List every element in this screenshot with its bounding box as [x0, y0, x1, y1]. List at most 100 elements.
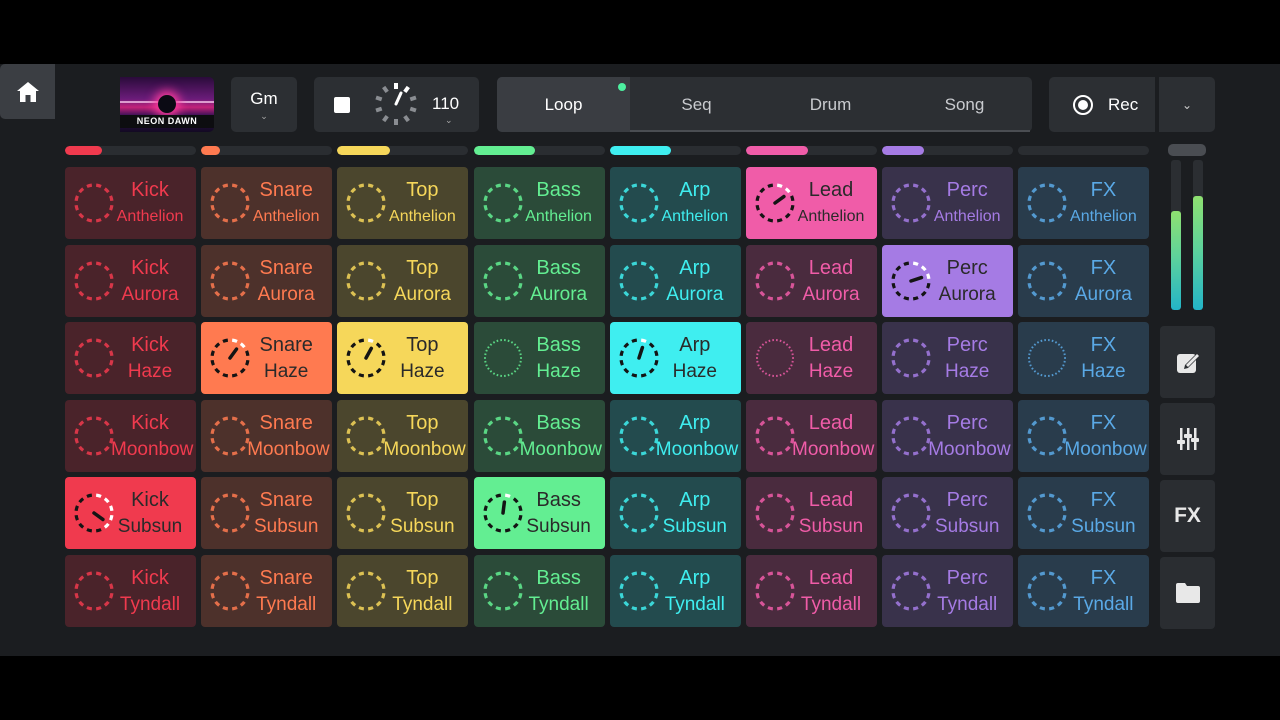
clip-pad-bass-subsun[interactable]: Bass Subsun	[473, 477, 605, 550]
browser-button[interactable]	[1160, 557, 1215, 629]
clip-pad-fx-tyndall[interactable]: FX Tyndall	[1018, 555, 1150, 627]
clip-pad-perc-haze[interactable]: Perc Haze	[882, 322, 1014, 395]
clip-pad-snare-haze[interactable]: Snare Haze	[201, 322, 333, 395]
clip-pad-arp-aurora[interactable]: Arp Aurora	[609, 244, 741, 317]
clip-progress-icon	[1027, 571, 1067, 611]
pad-instrument-label: Arp	[679, 567, 711, 589]
clip-pad-kick-haze[interactable]: Kick Haze	[65, 322, 196, 395]
pad-scene-label: Aurora	[121, 283, 179, 305]
clip-progress-icon	[74, 183, 114, 223]
pad-scene-label: Subsun	[253, 516, 319, 538]
tab-song[interactable]: Song	[898, 77, 1031, 132]
record-button[interactable]: Rec	[1049, 77, 1155, 132]
pad-instrument-label: Arp	[679, 411, 711, 434]
clip-progress-icon	[210, 416, 250, 456]
pad-scene-label: Subsun	[934, 516, 1000, 538]
stop-button[interactable]	[334, 97, 350, 113]
tab-drum[interactable]: Drum	[764, 77, 897, 132]
pad-instrument-label: Top	[406, 256, 439, 279]
clip-progress-icon	[755, 416, 795, 456]
clip-pad-kick-tyndall[interactable]: Kick Tyndall	[65, 555, 196, 627]
pad-scene-label: Anthelion	[389, 208, 456, 225]
pad-scene-label: Subsun	[117, 516, 183, 538]
clip-pad-top-subsun[interactable]: Top Subsun	[337, 477, 469, 550]
clip-pad-lead-haze[interactable]: Lead Haze	[746, 322, 877, 395]
pad-scene-label: Moonbow	[383, 438, 466, 460]
clip-pad-fx-aurora[interactable]: FX Aurora	[1018, 244, 1150, 317]
clip-progress-icon	[619, 261, 659, 301]
clip-pad-arp-subsun[interactable]: Arp Subsun	[609, 477, 741, 550]
clip-pad-fx-moonbow[interactable]: FX Moonbow	[1018, 399, 1150, 472]
bpm-value[interactable]: 110	[432, 94, 459, 114]
column-progress-snare	[201, 146, 333, 155]
clip-pad-arp-tyndall[interactable]: Arp Tyndall	[609, 555, 741, 627]
chevron-down-icon: ⌄	[260, 111, 268, 121]
clip-pad-top-haze[interactable]: Top Haze	[337, 322, 469, 395]
clip-pad-bass-aurora[interactable]: Bass Aurora	[473, 244, 605, 317]
clip-pad-snare-tyndall[interactable]: Snare Tyndall	[201, 555, 333, 627]
album-title: NEON DAWN	[120, 115, 214, 128]
clip-pad-kick-subsun[interactable]: Kick Subsun	[65, 477, 196, 550]
pad-scene-label: Aurora	[530, 283, 588, 305]
edit-button[interactable]	[1160, 326, 1215, 398]
clip-pad-fx-subsun[interactable]: FX Subsun	[1018, 477, 1150, 550]
home-button[interactable]	[0, 64, 55, 119]
record-menu-button[interactable]: ⌄	[1159, 77, 1215, 132]
album-cover[interactable]: NEON DAWN	[120, 77, 214, 132]
clip-pad-top-aurora[interactable]: Top Aurora	[337, 244, 469, 317]
pad-instrument-label: Bass	[536, 489, 581, 512]
clip-progress-icon	[483, 339, 522, 378]
tab-loop[interactable]: Loop	[497, 77, 630, 132]
pad-instrument-label: Kick	[131, 334, 169, 357]
pad-scene-label: Tyndall	[1073, 594, 1134, 615]
clip-pad-bass-haze[interactable]: Bass Haze	[473, 322, 605, 395]
key-selector[interactable]: Gm ⌄	[231, 77, 297, 132]
chevron-down-icon: ⌄	[445, 115, 453, 125]
clip-pad-perc-moonbow[interactable]: Perc Moonbow	[882, 399, 1014, 472]
clip-progress-icon	[74, 416, 114, 456]
clip-pad-top-moonbow[interactable]: Top Moonbow	[337, 399, 469, 472]
clip-pad-kick-anthelion[interactable]: Kick Anthelion	[65, 167, 196, 239]
clip-pad-arp-anthelion[interactable]: Arp Anthelion	[609, 167, 741, 239]
column-progress-kick	[65, 146, 196, 155]
clip-pad-snare-moonbow[interactable]: Snare Moonbow	[201, 399, 333, 472]
clip-pad-fx-haze[interactable]: FX Haze	[1018, 322, 1150, 395]
clip-pad-perc-anthelion[interactable]: Perc Anthelion	[882, 167, 1014, 239]
clip-pad-fx-anthelion[interactable]: FX Anthelion	[1018, 167, 1150, 239]
clip-pad-lead-moonbow[interactable]: Lead Moonbow	[746, 399, 877, 472]
clip-pad-top-tyndall[interactable]: Top Tyndall	[337, 555, 469, 627]
meter-left	[1171, 160, 1181, 310]
pad-scene-label: Aurora	[1074, 283, 1132, 305]
tab-seq[interactable]: Seq	[630, 77, 763, 132]
clip-pad-top-anthelion[interactable]: Top Anthelion	[337, 167, 469, 239]
clip-pad-lead-subsun[interactable]: Lead Subsun	[746, 477, 877, 550]
clip-progress-icon	[619, 571, 659, 611]
clip-pad-arp-moonbow[interactable]: Arp Moonbow	[609, 399, 741, 472]
clip-pad-snare-subsun[interactable]: Snare Subsun	[201, 477, 333, 550]
clip-pad-bass-anthelion[interactable]: Bass Anthelion	[473, 167, 605, 239]
clip-pad-bass-moonbow[interactable]: Bass Moonbow	[473, 399, 605, 472]
clip-pad-kick-aurora[interactable]: Kick Aurora	[65, 244, 196, 317]
clip-pad-lead-aurora[interactable]: Lead Aurora	[746, 244, 877, 317]
pad-instrument-label: FX	[1090, 567, 1117, 589]
clip-pad-bass-tyndall[interactable]: Bass Tyndall	[473, 555, 605, 627]
clip-pad-perc-tyndall[interactable]: Perc Tyndall	[882, 555, 1014, 627]
clip-pad-perc-subsun[interactable]: Perc Subsun	[882, 477, 1014, 550]
pad-instrument-label: Top	[406, 411, 439, 434]
clip-progress-icon	[755, 571, 795, 611]
pad-instrument-label: Bass	[536, 179, 581, 201]
clip-progress-icon	[346, 183, 386, 223]
clip-pad-snare-aurora[interactable]: Snare Aurora	[201, 244, 333, 317]
tempo-dial-icon[interactable]	[373, 81, 419, 127]
clip-progress-icon	[346, 493, 386, 533]
clip-pad-snare-anthelion[interactable]: Snare Anthelion	[201, 167, 333, 239]
mixer-button[interactable]	[1160, 403, 1215, 475]
clip-pad-lead-anthelion[interactable]: Lead Anthelion	[746, 167, 877, 239]
fx-button[interactable]: FX	[1160, 480, 1215, 552]
clip-pad-arp-haze[interactable]: Arp Haze	[609, 322, 741, 395]
pad-instrument-label: Snare	[259, 567, 313, 589]
clip-progress-icon	[74, 261, 114, 301]
clip-pad-kick-moonbow[interactable]: Kick Moonbow	[65, 399, 196, 472]
clip-pad-perc-aurora[interactable]: Perc Aurora	[882, 244, 1014, 317]
clip-pad-lead-tyndall[interactable]: Lead Tyndall	[746, 555, 877, 627]
